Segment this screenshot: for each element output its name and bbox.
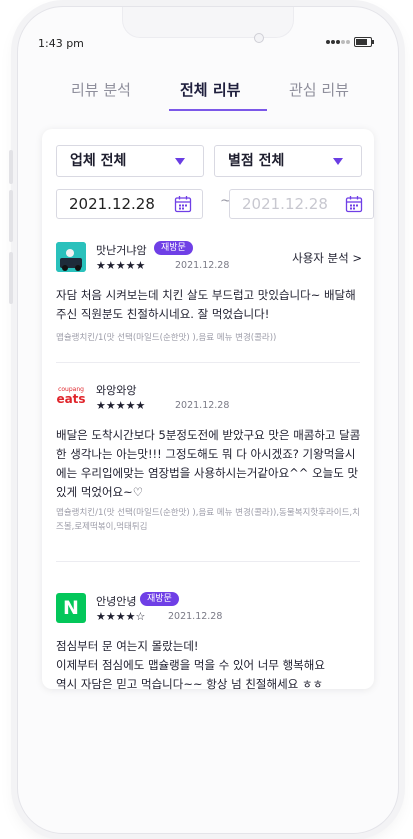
- review-date: 2021.12.28: [175, 260, 230, 271]
- naver-logo-icon: N: [56, 593, 86, 623]
- volume-up-button: [9, 190, 13, 242]
- divider: [56, 561, 360, 562]
- revisit-badge: 재방문: [154, 241, 193, 255]
- camera-icon: [254, 33, 264, 43]
- star-rating: ★★★★☆: [96, 610, 146, 623]
- coupang-eats-logo-icon: coupang eats: [56, 382, 86, 412]
- rating-filter-label: 별점 전체: [228, 153, 285, 169]
- status-time: 1:43 pm: [38, 37, 84, 50]
- chevron-down-icon: [175, 158, 185, 165]
- rating-filter-select[interactable]: 별점 전체: [214, 145, 362, 177]
- company-filter-select[interactable]: 업체 전체: [56, 145, 204, 177]
- coupang-eats-logo-text: eats: [56, 392, 86, 406]
- list-item: N 안녕안녕 재방문 ★★★★☆ 2021.12.28 점심부터 문 여는지 몰…: [56, 592, 362, 691]
- reviewer-name: 와앙와앙: [96, 384, 137, 397]
- reviewer-name: 안녕안녕: [96, 595, 137, 608]
- revisit-badge: 재방문: [140, 592, 179, 606]
- order-details: 맵슐랭치킨/1(맛 선택(마일드(순한맛) ),음료 메뉴 변경(콜라)),동물…: [56, 508, 360, 532]
- user-analysis-link[interactable]: 사용자 분석 >: [292, 250, 362, 266]
- tab-favorite-reviews[interactable]: 관심 리뷰: [289, 79, 349, 100]
- review-date: 2021.12.28: [175, 400, 230, 411]
- chevron-down-icon: [333, 158, 343, 165]
- end-date-field[interactable]: 2021.12.28: [229, 189, 374, 219]
- phone-notch: [122, 7, 294, 38]
- order-details: 맵슐랭치킨/1(맛 선택(마일드(순한맛) ),음료 메뉴 변경(콜라)): [56, 333, 277, 343]
- status-icons: [326, 37, 374, 47]
- review-list-card: 업체 전체 별점 전체 2021.12.28 ~ 2021.12.28 맛난거냐…: [42, 129, 374, 691]
- calendar-icon[interactable]: [174, 195, 192, 213]
- star-rating: ★★★★★: [96, 259, 146, 272]
- tab-all-reviews[interactable]: 전체 리뷰: [180, 79, 240, 100]
- star-rating: ★★★★★: [96, 399, 146, 412]
- phone-frame: 1:43 pm 리뷰 분석 전체 리뷰 관심 리뷰 업체 전체 별점 전체 20…: [17, 6, 399, 834]
- divider: [56, 362, 360, 363]
- reviewer-name: 맛난거냐암: [96, 244, 147, 257]
- battery-icon: [354, 37, 374, 47]
- start-date-value: 2021.12.28: [69, 195, 155, 213]
- end-date-value: 2021.12.28: [242, 195, 328, 213]
- company-filter-label: 업체 전체: [70, 153, 127, 169]
- volume-down-button: [9, 252, 13, 304]
- baemin-logo-icon: [56, 242, 86, 272]
- review-text: 배달은 도착시간보다 5분정도전에 받았구요 맛은 매콤하고 달콤한 생각나는 …: [56, 428, 361, 499]
- list-item: coupang eats 와앙와앙 ★★★★★ 2021.12.28 배달은 도…: [56, 382, 362, 552]
- tab-review-analysis[interactable]: 리뷰 분석: [71, 79, 131, 100]
- review-date: 2021.12.28: [168, 611, 223, 622]
- side-button: [9, 150, 13, 184]
- start-date-field[interactable]: 2021.12.28: [56, 189, 203, 219]
- calendar-icon[interactable]: [345, 195, 363, 213]
- review-text: 자담 처음 시켜보는데 치킨 살도 부드럽고 맛있습니다~ 배달해주신 직원분도…: [56, 288, 356, 321]
- review-text: 점심부터 문 여는지 몰랐는데! 이제부터 점심에도 맵슐랭을 먹을 수 있어 …: [56, 639, 325, 691]
- list-item: 맛난거냐암 재방문 ★★★★★ 2021.12.28 사용자 분석 > 자담 처…: [56, 241, 362, 354]
- signal-icon: [326, 40, 350, 44]
- active-tab-indicator: [169, 109, 267, 111]
